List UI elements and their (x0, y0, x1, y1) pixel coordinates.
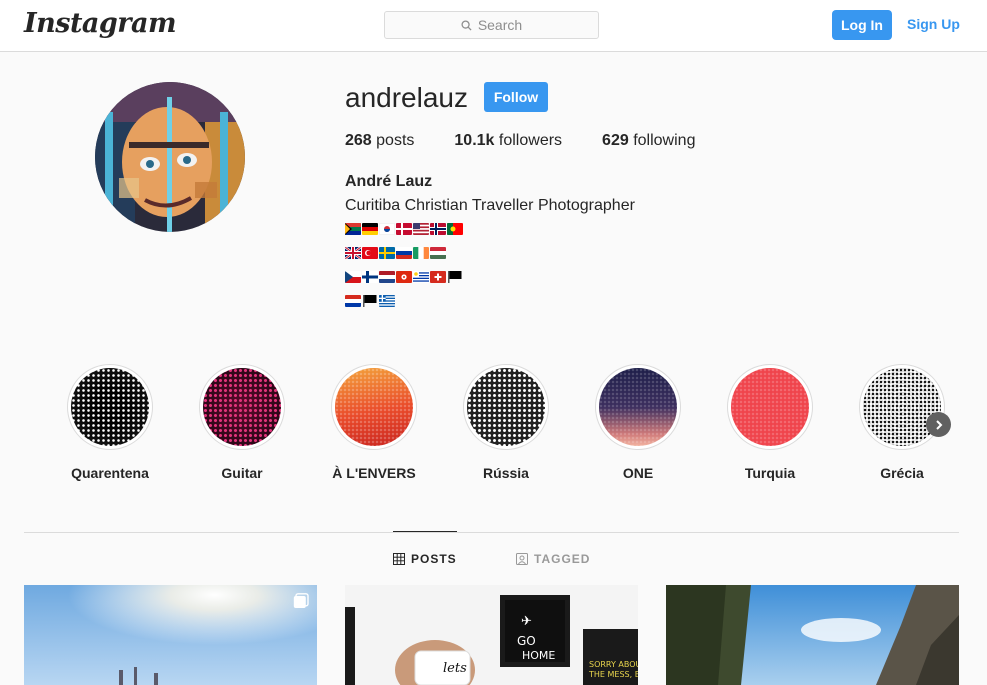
tab-tagged-label: TAGGED (534, 552, 591, 566)
flag-south-africa-icon (345, 223, 361, 235)
flag-portugal-icon (447, 223, 463, 235)
posts-stat-label: posts (376, 132, 415, 149)
highlight-ring (595, 364, 681, 450)
flag-hong-kong-icon (396, 271, 412, 283)
profile-full-name: André Lauz (345, 173, 433, 190)
flag-south-korea-icon (379, 223, 395, 235)
highlight-cover (599, 368, 677, 446)
svg-text:✈: ✈ (521, 614, 532, 629)
flag-finland-icon (362, 271, 378, 283)
post-thumbnail[interactable] (666, 585, 959, 685)
top-navigation-bar: Instagram Search Log In Sign Up (0, 0, 987, 52)
svg-text:HOME: HOME (522, 649, 555, 662)
highlight-cover (203, 368, 281, 446)
highlight-cover (71, 368, 149, 446)
highlight-ring (199, 364, 285, 450)
flag-denmark-icon (396, 223, 412, 235)
tab-posts[interactable]: POSTS (393, 552, 457, 566)
highlight-quarentena[interactable]: Quarentena (67, 364, 153, 481)
flag-row-4 (345, 293, 395, 309)
profile-username: andrelauz (345, 82, 468, 113)
profile-stats: 268 posts 10.1k followers 629 following (345, 132, 735, 150)
svg-text:GO: GO (517, 634, 536, 648)
grid-icon (393, 553, 405, 565)
highlight-ring (67, 364, 153, 450)
highlight-label: ONE (622, 465, 654, 481)
followers-stat[interactable]: 10.1k followers (454, 132, 562, 150)
highlight-ring (331, 364, 417, 450)
highlight-label: Guitar (221, 465, 263, 481)
highlight-one[interactable]: ONE (595, 364, 681, 481)
flag-ireland-icon (413, 247, 429, 259)
flag-row-1 (345, 221, 463, 237)
highlight-cover (467, 368, 545, 446)
flag-germany-icon (362, 223, 378, 235)
highlight-guitar[interactable]: Guitar (199, 364, 285, 481)
highlight-ring (727, 364, 813, 450)
search-box[interactable]: Search (384, 11, 599, 39)
highlight-label: Turquia (744, 465, 796, 481)
post-thumbnail[interactable]: ✈ GO HOME SORRY ABOUT THE MESS, BUT lets (345, 585, 638, 685)
following-stat-label: following (633, 132, 696, 149)
flag-norway-icon (430, 223, 446, 235)
tag-user-icon (516, 553, 528, 565)
flag-united-states-icon (413, 223, 429, 235)
post-thumbnail[interactable] (24, 585, 317, 685)
highlight-ring (859, 364, 945, 450)
flag-hungary-icon (430, 247, 446, 259)
highlight-cover (731, 368, 809, 446)
flag-row-3 (345, 269, 463, 285)
flag-united-kingdom-icon (345, 247, 361, 259)
tabs-divider (24, 532, 959, 533)
posts-stat: 268 posts (345, 132, 414, 150)
search-icon (461, 19, 472, 31)
chevron-right-icon (935, 419, 942, 430)
highlight-label: Quarentena (71, 465, 149, 481)
followers-stat-label: followers (498, 132, 563, 149)
svg-text:THE MESS, BUT: THE MESS, BUT (588, 670, 638, 679)
search-placeholder: Search (477, 17, 523, 33)
following-stat[interactable]: 629 following (602, 132, 695, 150)
highlight-cover (863, 368, 941, 446)
tab-tagged[interactable]: TAGGED (516, 552, 590, 566)
highlight-a-lenvers[interactable]: À L'ENVERS (331, 364, 417, 481)
login-button[interactable]: Log In (832, 10, 892, 40)
flag-greece-icon (379, 295, 395, 307)
flag-netherlands-icon (379, 271, 395, 283)
highlight-ring (463, 364, 549, 450)
flag-switzerland-icon (430, 271, 446, 283)
svg-text:lets: lets (443, 661, 467, 676)
flag-uruguay-icon (413, 271, 429, 283)
highlight-label: À L'ENVERS (332, 465, 416, 481)
flag-row-2 (345, 245, 446, 261)
highlight-cover (335, 368, 413, 446)
flag-sweden-icon (379, 247, 395, 259)
story-highlights-tray: Quarentena Guitar À L'ENVERS Rússia ONE … (0, 364, 987, 484)
instagram-logo[interactable]: Instagram (24, 8, 177, 39)
highlight-turquia[interactable]: Turquia (727, 364, 813, 481)
followers-count: 10.1k (454, 132, 495, 149)
black-flag-icon (448, 271, 462, 283)
profile-bio: Curitiba Christian Traveller Photographe… (345, 197, 635, 214)
highlight-russia[interactable]: Rússia (463, 364, 549, 481)
svg-text:SORRY ABOUT: SORRY ABOUT (589, 660, 638, 669)
highlight-label: Rússia (483, 465, 529, 481)
posts-count: 268 (345, 132, 372, 149)
flag-czech-republic-icon (345, 271, 361, 283)
highlight-label: Grécia (880, 465, 924, 481)
flag-russia-icon (396, 247, 412, 259)
highlights-next-button[interactable] (926, 412, 951, 437)
black-flag-icon (363, 295, 377, 307)
flag-turkey-icon (362, 247, 378, 259)
follow-button[interactable]: Follow (484, 82, 548, 112)
signup-link[interactable]: Sign Up (907, 16, 960, 32)
profile-avatar[interactable] (95, 82, 245, 232)
tab-posts-label: POSTS (411, 552, 457, 566)
flag-paraguay-icon (345, 295, 361, 307)
active-tab-indicator (393, 531, 457, 532)
following-count: 629 (602, 132, 629, 149)
carousel-icon (293, 593, 309, 608)
